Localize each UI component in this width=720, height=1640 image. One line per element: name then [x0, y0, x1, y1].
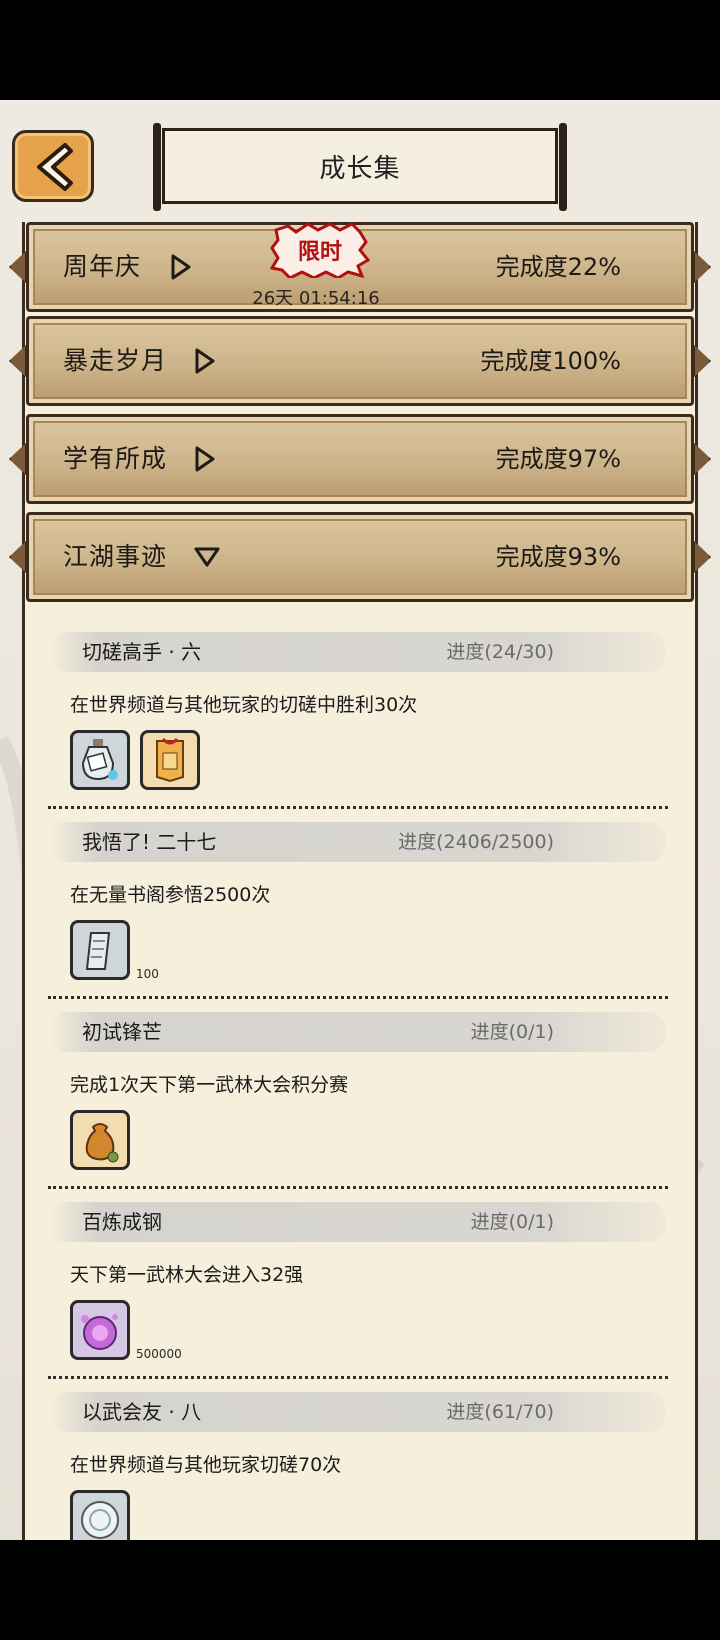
task-progress: 进度(0/1) — [470, 1211, 554, 1233]
task-progress: 进度(24/30) — [446, 641, 554, 663]
task-progress: 进度(2406/2500) — [398, 831, 554, 853]
section-progress: 完成度97% — [495, 445, 621, 473]
back-button[interactable] — [12, 130, 94, 202]
section-name: 周年庆 — [63, 252, 142, 281]
section-rampage-years[interactable]: 暴走岁月 完成度100% — [9, 316, 711, 406]
task-item: 百炼成钢 进度(0/1) 天下第一武林大会进入32强 500000 — [48, 1202, 678, 1382]
task-title: 初试锋芒 — [82, 1020, 162, 1044]
task-description: 在世界频道与其他玩家的切磋中胜利30次 — [70, 694, 418, 716]
task-item: 我悟了! 二十七 进度(2406/2500) 在无量书阁参悟2500次 100 — [48, 822, 678, 1002]
play-arrow-icon — [171, 254, 191, 280]
reward-item[interactable] — [140, 730, 200, 790]
task-progress: 进度(61/70) — [446, 1401, 554, 1423]
chevron-left-icon — [37, 143, 73, 191]
task-header: 百炼成钢 进度(0/1) — [48, 1202, 666, 1242]
reward-item[interactable] — [70, 1490, 130, 1540]
reward-item[interactable] — [70, 730, 130, 790]
task-title: 切磋高手 · 六 — [82, 640, 202, 664]
section-progress: 完成度93% — [495, 543, 621, 571]
section-name: 暴走岁月 — [63, 346, 168, 375]
countdown-timer: 26天 01:54:16 — [252, 288, 380, 309]
task-header: 初试锋芒 进度(0/1) — [48, 1012, 666, 1052]
navigation-bar-area — [0, 1540, 720, 1640]
task-item: 以武会友 · 八 进度(61/70) 在世界频道与其他玩家切磋70次 — [48, 1392, 678, 1540]
task-description: 天下第一武林大会进入32强 — [70, 1264, 304, 1286]
reward-count: 100 — [136, 967, 159, 981]
play-arrow-icon — [195, 348, 215, 374]
reward-item[interactable] — [70, 920, 130, 980]
section-learning[interactable]: 学有所成 完成度97% — [9, 414, 711, 504]
section-name: 江湖事迹 — [63, 542, 168, 571]
task-header: 切磋高手 · 六 进度(24/30) — [48, 632, 666, 672]
status-bar-area — [0, 0, 720, 100]
section-jianghu-deeds[interactable]: 江湖事迹 完成度93% — [9, 512, 711, 602]
task-title: 百炼成钢 — [82, 1210, 162, 1234]
task-description: 在无量书阁参悟2500次 — [70, 884, 271, 906]
purple-orb-icon — [81, 1314, 118, 1350]
reward-item[interactable] — [70, 1300, 130, 1360]
task-title: 我悟了! 二十七 — [82, 830, 217, 854]
task-description: 在世界频道与其他玩家切磋70次 — [70, 1454, 342, 1476]
limited-time-label: 限时 — [297, 240, 342, 265]
task-item: 切磋高手 · 六 进度(24/30) 在世界频道与其他玩家的切磋中胜利30次 — [48, 632, 678, 812]
title-banner: 成长集 — [153, 123, 567, 211]
task-divider — [48, 806, 668, 809]
task-divider — [48, 996, 668, 999]
page-title: 成长集 — [319, 153, 401, 184]
task-progress: 进度(0/1) — [470, 1021, 554, 1043]
section-progress: 完成度22% — [495, 253, 621, 281]
paper-scroll-icon — [85, 932, 111, 970]
reward-item[interactable] — [70, 1110, 130, 1170]
section-name: 学有所成 — [63, 444, 168, 473]
task-item: 初试锋芒 进度(0/1) 完成1次天下第一武林大会积分赛 — [48, 1012, 678, 1192]
task-header: 以武会友 · 八 进度(61/70) — [48, 1392, 666, 1432]
silver-coin-icon — [81, 1501, 119, 1539]
task-divider — [48, 1186, 668, 1189]
play-arrow-icon — [195, 446, 215, 472]
reward-count: 500000 — [136, 1347, 182, 1361]
task-header: 我悟了! 二十七 进度(2406/2500) — [48, 822, 666, 862]
task-title: 以武会友 · 八 — [82, 1400, 202, 1424]
chevron-down-icon — [194, 547, 220, 567]
task-divider — [48, 1376, 668, 1379]
money-pouch-icon — [85, 1123, 119, 1163]
token-card-icon — [156, 737, 184, 783]
section-progress: 完成度100% — [480, 347, 621, 375]
potion-bottle-icon — [81, 739, 118, 781]
task-description: 完成1次天下第一武林大会积分赛 — [70, 1074, 349, 1096]
